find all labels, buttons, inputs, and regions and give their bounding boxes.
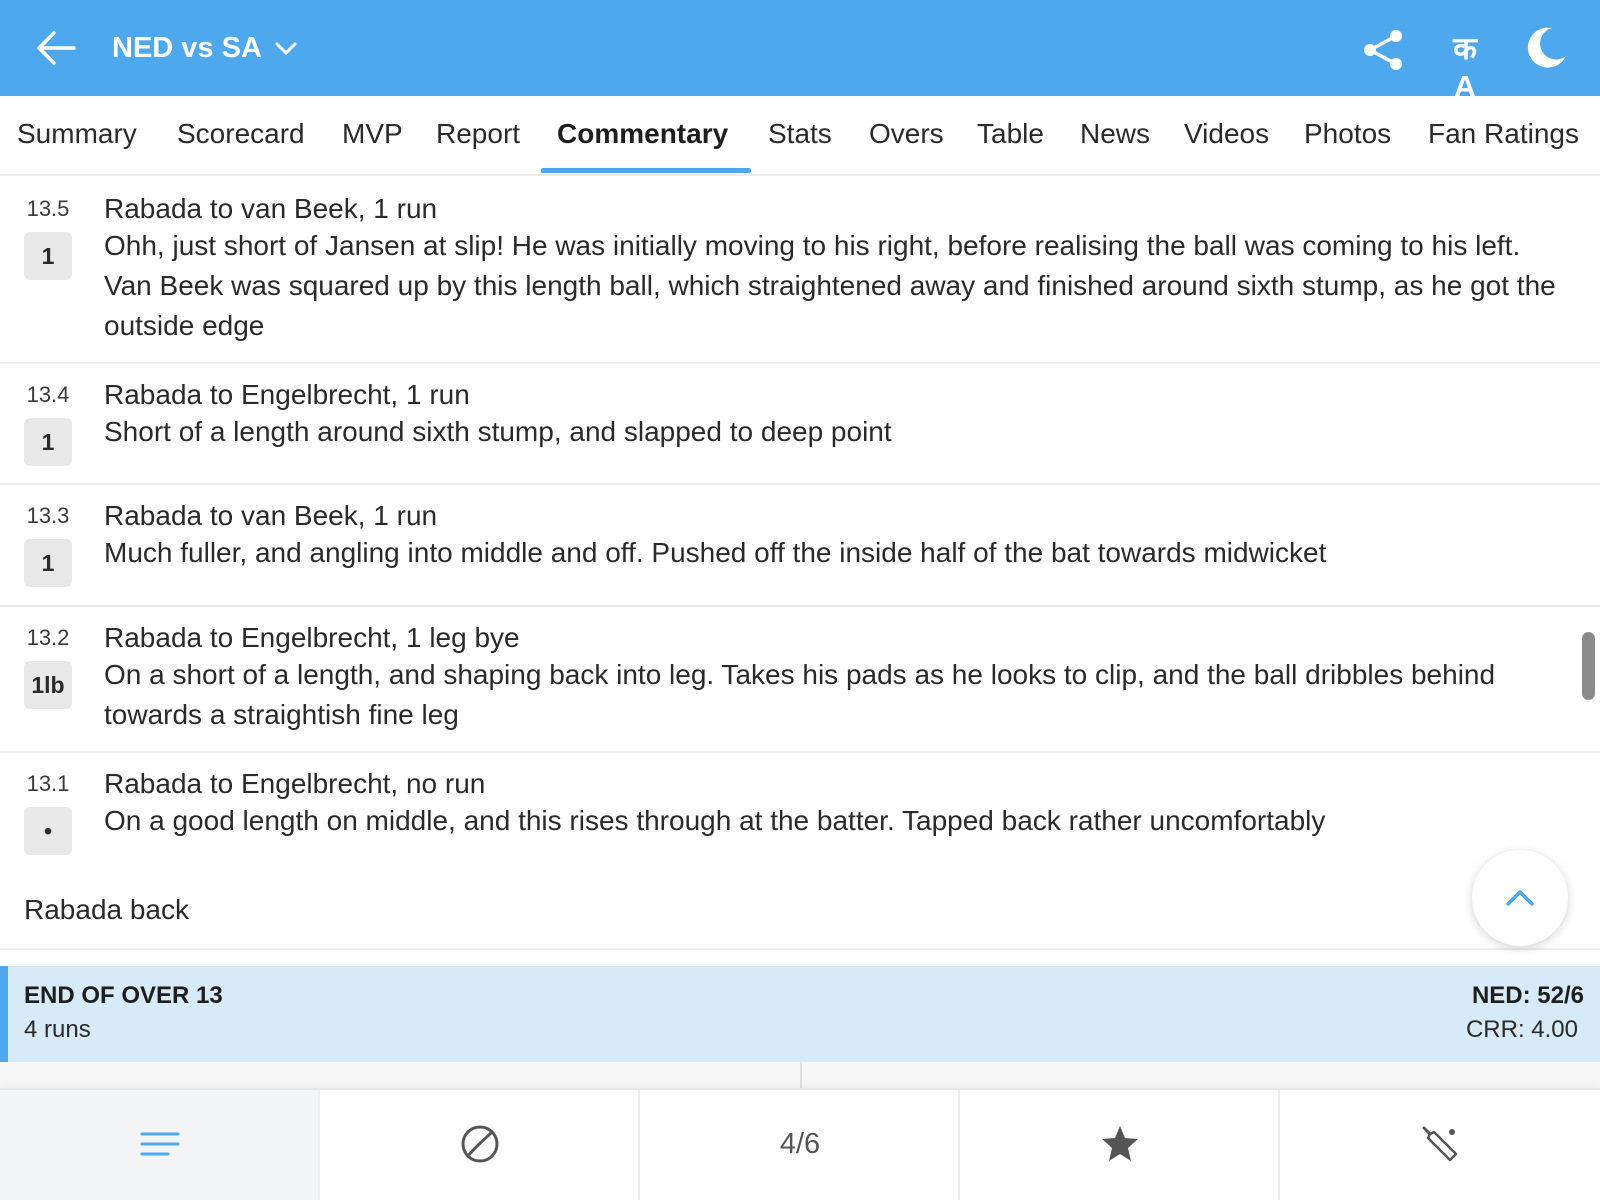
language-toggle-button[interactable]: क A xyxy=(1438,30,1492,104)
commentary-item: 13.1 • Rabada to Engelbrecht, no run On … xyxy=(0,753,1600,873)
over-number: 13.5 xyxy=(26,196,70,221)
commentary-text: Short of a length around sixth stump, an… xyxy=(104,416,892,447)
tab-table[interactable]: Table xyxy=(977,96,1044,176)
arrow-left-icon xyxy=(37,31,76,65)
tab-commentary[interactable]: Commentary xyxy=(557,96,728,176)
bottom-nav-ball[interactable] xyxy=(320,1090,640,1200)
cricket-bat-icon xyxy=(1422,1126,1458,1162)
bottom-nav-batting[interactable] xyxy=(1280,1090,1600,1200)
end-of-over-title: END OF OVER 13 xyxy=(24,982,223,1009)
over-number: 13.1 xyxy=(26,771,70,796)
commentary-text: On a short of a length, and shaping back… xyxy=(104,659,1496,730)
menu-lines-icon xyxy=(140,1132,180,1156)
theme-toggle-button[interactable] xyxy=(1522,24,1570,72)
share-button[interactable] xyxy=(1362,28,1406,72)
back-button[interactable] xyxy=(34,28,78,68)
commentary-headline: Rabada to van Beek, 1 run xyxy=(104,193,438,224)
tab-mvp[interactable]: MVP xyxy=(342,96,403,176)
match-selector-button[interactable] xyxy=(272,34,300,62)
tab-bar: Summary Scorecard MVP Report Commentary … xyxy=(0,96,1600,176)
scrollbar-thumb[interactable] xyxy=(1582,632,1595,700)
over-number: 13.3 xyxy=(26,503,70,528)
chevron-up-icon xyxy=(1506,890,1534,906)
commentary-headline: Rabada to Engelbrecht, 1 run xyxy=(104,379,470,410)
ball-result-badge: 1 xyxy=(24,232,72,280)
scroll-to-top-button[interactable] xyxy=(1472,850,1568,946)
over-number: 13.4 xyxy=(26,382,70,407)
commentary-text: On a good length on middle, and this ris… xyxy=(104,805,1326,836)
commentary-headline: Rabada to Engelbrecht, 1 leg bye xyxy=(104,622,520,653)
page-indicator-label: 4/6 xyxy=(779,1128,821,1160)
star-icon xyxy=(1102,1126,1138,1161)
commentary-item: 13.3 1 Rabada to van Beek, 1 run Much fu… xyxy=(0,485,1600,607)
team-score: NED: 52/6 xyxy=(1471,982,1584,1009)
commentary-note: Rabada back xyxy=(24,894,190,925)
active-tab-indicator xyxy=(541,168,751,173)
commentary-text: Much fuller, and angling into middle and… xyxy=(104,537,1327,568)
commentary-item: 13.4 1 Rabada to Engelbrecht, 1 run Shor… xyxy=(0,364,1600,485)
bottom-nav-page-indicator[interactable]: 4/6 xyxy=(640,1090,960,1200)
divider xyxy=(800,1062,802,1088)
ball-icon xyxy=(461,1125,499,1163)
moon-icon xyxy=(1527,27,1566,68)
tab-summary[interactable]: Summary xyxy=(17,96,137,176)
current-run-rate: CRR: 4.00 xyxy=(1465,1016,1578,1043)
tab-photos[interactable]: Photos xyxy=(1304,96,1391,176)
ball-result-badge: 1 xyxy=(24,539,72,587)
over-runs: 4 runs xyxy=(24,1016,91,1043)
tab-scorecard[interactable]: Scorecard xyxy=(177,96,305,176)
divider xyxy=(0,948,1600,950)
bottom-nav-favourites[interactable] xyxy=(960,1090,1280,1200)
bottom-navigation: 4/6 xyxy=(0,1088,1600,1200)
tab-fan-ratings[interactable]: Fan Ratings xyxy=(1428,96,1579,176)
ball-result-badge: 1lb xyxy=(24,661,72,709)
tab-videos[interactable]: Videos xyxy=(1184,96,1269,176)
tab-report[interactable]: Report xyxy=(436,96,520,176)
tab-stats[interactable]: Stats xyxy=(768,96,832,176)
chevron-down-icon xyxy=(275,42,297,55)
tab-overs[interactable]: Overs xyxy=(869,96,944,176)
over-number: 13.2 xyxy=(26,625,70,650)
ball-result-badge: 1 xyxy=(24,418,72,466)
commentary-headline: Rabada to van Beek, 1 run xyxy=(104,500,438,531)
commentary-item: 13.2 1lb Rabada to Engelbrecht, 1 leg by… xyxy=(0,607,1600,753)
match-title[interactable]: NED vs SA xyxy=(112,28,262,68)
share-icon xyxy=(1364,30,1402,70)
app-header: NED vs SA क A xyxy=(0,0,1600,104)
bottom-nav-commentary[interactable] xyxy=(0,1090,320,1200)
end-of-over-summary: END OF OVER 13 4 runs NED: 52/6 CRR: 4.0… xyxy=(0,966,1600,1062)
commentary-item: 13.5 1 Rabada to van Beek, 1 run Ohh, ju… xyxy=(0,178,1600,364)
batting-bowling-summary-partial xyxy=(0,1062,1600,1088)
commentary-text: Ohh, just short of Jansen at slip! He wa… xyxy=(104,230,1556,341)
tab-news[interactable]: News xyxy=(1080,96,1150,176)
ball-result-badge: • xyxy=(24,807,72,855)
commentary-headline: Rabada to Engelbrecht, no run xyxy=(104,768,486,799)
